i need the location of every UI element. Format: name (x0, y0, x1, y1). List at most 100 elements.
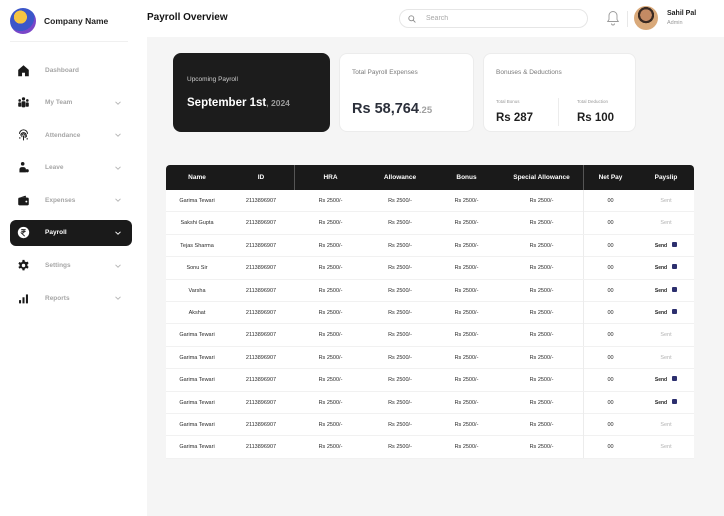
sidebar-item-settings[interactable]: Settings (10, 253, 132, 279)
table-row[interactable]: Garima Tewari 2113896907 Rs 2500/- Rs 2500/… (166, 346, 694, 370)
cell-id: 2113896907 (245, 399, 277, 406)
cell-hra: Rs 2500/- (318, 198, 343, 204)
search-input[interactable] (426, 15, 576, 22)
divider (583, 346, 584, 369)
sidebar-item-payroll[interactable]: Payroll (10, 219, 132, 246)
table-row[interactable]: Garima Tewari 2113896907 Rs 2500/- Rs 2500/… (166, 369, 694, 392)
cell-special-allowance: Rs 2500/- (529, 332, 554, 339)
sidebar-item-leave[interactable]: Leave (10, 155, 132, 181)
cell-id: 2113896907 (245, 287, 277, 294)
column-header-bonus[interactable]: Bonus (433, 165, 500, 190)
cell-id: 2113896907 (245, 354, 277, 361)
sidebar-item-expenses[interactable]: Expenses (10, 187, 132, 213)
payroll-app: Company Name Dashboard My Team Attendanc… (0, 0, 724, 516)
payslip-cell: Send (638, 257, 694, 279)
sidebar-item-my-team[interactable]: My Team (10, 90, 132, 116)
divider (583, 436, 584, 459)
card-label: Total Payroll Expenses (352, 69, 418, 76)
lock-icon[interactable] (672, 398, 678, 404)
bell-icon[interactable] (606, 10, 620, 26)
avatar[interactable] (634, 6, 658, 30)
table-row[interactable]: Tejas Sharma 2113896907 Rs 2500/- Rs 2500/-… (166, 234, 694, 258)
cell-allowance: Rs 2500/- (388, 309, 412, 316)
cell-name: Garima Tewari (179, 421, 215, 428)
cell-bonus: Rs 2500/- (454, 354, 479, 361)
sidebar-item-dashboard[interactable]: Dashboard (10, 57, 132, 83)
wallet-icon (10, 187, 36, 213)
cell-id: 2113896907 (245, 242, 277, 249)
cell-name: Garima Tewari (179, 354, 215, 361)
search-icon (408, 14, 416, 23)
payslip-cell: Send (638, 280, 694, 302)
cell-net-pay: 00 (607, 354, 614, 361)
date-text: September 1st (187, 97, 267, 109)
table-row[interactable]: Varsha 2113896907 Rs 2500/- Rs 2500/- Rs 250… (166, 279, 694, 302)
total-bonus-value: Rs 287 (496, 112, 534, 124)
decimal-text: .25 (418, 105, 433, 116)
column-header-net-pay[interactable]: Net Pay (583, 165, 638, 190)
cell-id: 2113896907 (245, 444, 277, 451)
total-payroll-card: Total Payroll Expenses Rs 58,764.25 (339, 53, 474, 132)
payroll-table: Name ID HRA Allowance Bonus Special Allo… (166, 165, 694, 459)
payslip-status: Sent (660, 421, 672, 428)
column-header-name[interactable]: Name (166, 165, 228, 190)
send-payslip-button[interactable]: Send (655, 288, 667, 294)
cell-name: Garima Tewari (179, 377, 215, 384)
column-header-allowance[interactable]: Allowance (367, 165, 433, 190)
column-header-id[interactable]: ID (228, 165, 294, 190)
cell-net-pay: 00 (607, 444, 614, 451)
chevron-down-icon[interactable] (114, 262, 122, 270)
cell-name: Sonu Sir (186, 265, 208, 272)
cell-allowance: Rs 2500/- (388, 198, 412, 204)
cell-special-allowance: Rs 2500/- (529, 354, 554, 361)
send-payslip-button[interactable]: Send (655, 265, 667, 271)
divider (558, 98, 559, 126)
cell-id: 2113896907 (245, 377, 277, 384)
table-row[interactable]: Akshat 2113896907 Rs 2500/- Rs 2500/- Rs 250… (166, 301, 694, 325)
cell-allowance: Rs 2500/- (388, 444, 412, 451)
sidebar-item-label: Attendance (45, 131, 81, 139)
cell-allowance: Rs 2500/- (388, 332, 412, 339)
send-payslip-button[interactable]: Send (655, 310, 667, 316)
page-title: Payroll Overview (147, 12, 228, 23)
chevron-down-icon[interactable] (114, 99, 122, 107)
sidebar-item-attendance[interactable]: Attendance (10, 122, 132, 148)
chevron-down-icon[interactable] (114, 294, 122, 302)
total-bonus-label: Total Bonus (496, 99, 520, 104)
column-header-payslip[interactable]: Payslip (638, 165, 694, 190)
cell-special-allowance: Rs 2500/- (529, 421, 554, 428)
chevron-down-icon[interactable] (114, 164, 122, 172)
column-header-special-allowance[interactable]: Special Allowance (500, 165, 583, 190)
chevron-down-icon[interactable] (114, 229, 122, 237)
sidebar-item-reports[interactable]: Reports (10, 285, 132, 311)
cell-hra: Rs 2500/- (318, 354, 343, 361)
table-row[interactable]: Garima Tewari 2113896907 Rs 2500/- Rs 2500/… (166, 324, 694, 347)
cell-bonus: Rs 2500/- (454, 309, 479, 316)
send-payslip-button[interactable]: Send (655, 400, 667, 406)
divider (627, 11, 628, 27)
cell-allowance: Rs 2500/- (388, 354, 412, 361)
chevron-down-icon[interactable] (114, 196, 122, 204)
lock-icon[interactable] (672, 376, 678, 382)
brand[interactable]: Company Name (10, 6, 108, 36)
lock-icon[interactable] (672, 286, 678, 292)
table-row[interactable]: Garima Tewari 2113896907 Rs 2500/- Rs 2500/… (166, 436, 694, 459)
table-row[interactable]: Garima Tewari 2113896907 Rs 2500/- Rs 2500/… (166, 190, 694, 213)
send-payslip-button[interactable]: Send (655, 377, 667, 383)
cell-bonus: Rs 2500/- (454, 332, 479, 339)
lock-icon[interactable] (672, 264, 678, 270)
table-row[interactable]: Sonu Sir 2113896907 Rs 2500/- Rs 2500/- Rs 2… (166, 257, 694, 280)
table-row[interactable]: Sakshi Gupta 2113896907 Rs 2500/- Rs 2500/-… (166, 212, 694, 235)
divider (583, 413, 584, 436)
divider (583, 279, 584, 302)
column-header-hra[interactable]: HRA (294, 165, 367, 190)
send-payslip-button[interactable]: Send (655, 243, 667, 249)
lock-icon[interactable] (672, 309, 678, 314)
chevron-down-icon[interactable] (114, 131, 122, 139)
table-row[interactable]: Garima Tewari 2113896907 Rs 2500/- Rs 2500/… (166, 413, 694, 437)
cell-special-allowance: Rs 2500/- (529, 377, 554, 384)
payslip-cell: Send (638, 369, 694, 391)
search-bar[interactable] (399, 9, 588, 28)
table-row[interactable]: Garima Tewari 2113896907 Rs 2500/- Rs 2500/… (166, 391, 694, 414)
lock-icon[interactable] (672, 241, 678, 247)
